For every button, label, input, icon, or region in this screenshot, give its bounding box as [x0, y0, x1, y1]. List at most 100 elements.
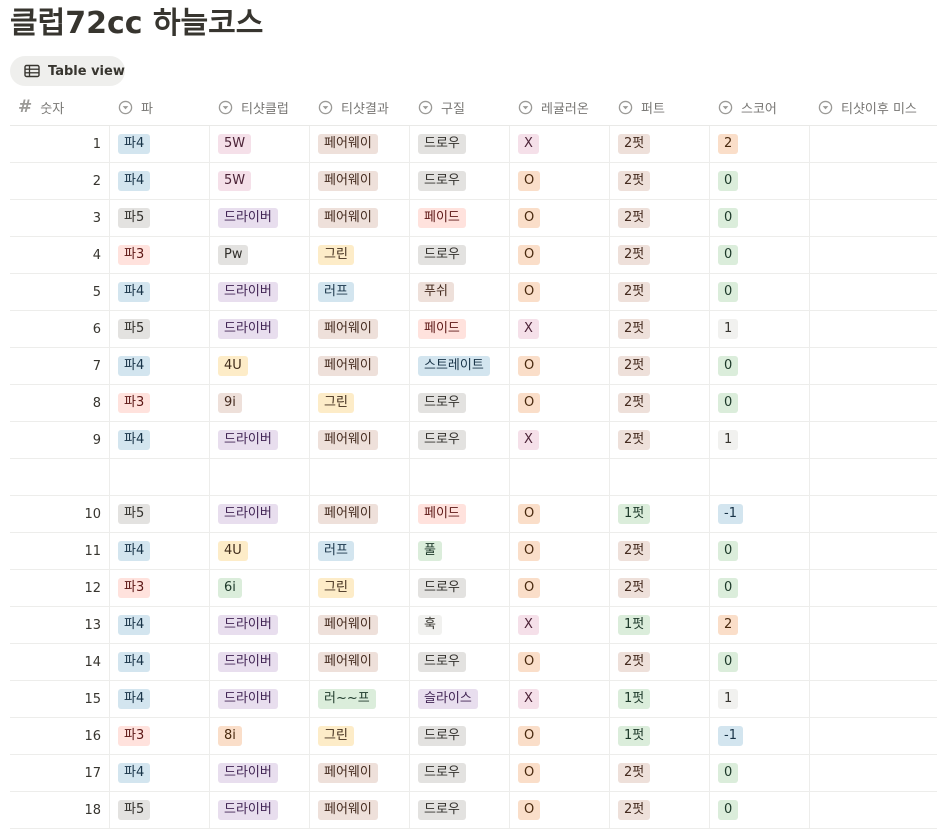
cell-3[interactable]: 페어웨이: [310, 755, 410, 791]
cell-6[interactable]: 1펏: [610, 607, 710, 643]
table-row[interactable]: 5 파4 드라이버 러프 푸쉬 O 2펏 0: [10, 274, 937, 311]
cell-2[interactable]: 드라이버: [210, 274, 310, 310]
cell-1[interactable]: 파3: [110, 570, 210, 606]
cell-5[interactable]: O: [510, 237, 610, 273]
cell-4[interactable]: 훅: [410, 607, 510, 643]
number-cell[interactable]: 4: [10, 237, 110, 273]
cell-2[interactable]: 드라이버: [210, 681, 310, 717]
cell-5[interactable]: O: [510, 348, 610, 384]
cell-8[interactable]: [810, 311, 937, 347]
cell-7[interactable]: 0: [710, 755, 810, 791]
cell-7[interactable]: 0: [710, 200, 810, 236]
cell-4[interactable]: 드로우: [410, 792, 510, 828]
cell-2[interactable]: 6i: [210, 570, 310, 606]
number-cell[interactable]: 9: [10, 422, 110, 458]
table-row[interactable]: 12 파3 6i 그린 드로우 O 2펏 0: [10, 570, 937, 607]
cell-5[interactable]: O: [510, 792, 610, 828]
number-cell[interactable]: 14: [10, 644, 110, 680]
cell-5[interactable]: X: [510, 311, 610, 347]
cell-7[interactable]: 0: [710, 348, 810, 384]
cell-7[interactable]: 0: [710, 644, 810, 680]
cell-7[interactable]: 0: [710, 570, 810, 606]
cell-3[interactable]: 페어웨이: [310, 792, 410, 828]
cell-6[interactable]: 2펏: [610, 126, 710, 162]
number-cell[interactable]: 17: [10, 755, 110, 791]
cell-3[interactable]: 러프: [310, 274, 410, 310]
cell-3[interactable]: [310, 459, 410, 495]
cell-1[interactable]: 파4: [110, 163, 210, 199]
cell-1[interactable]: 파3: [110, 718, 210, 754]
cell-6[interactable]: 2펏: [610, 533, 710, 569]
table-row[interactable]: 3 파5 드라이버 페어웨이 페이드 O 2펏 0: [10, 200, 937, 237]
cell-6[interactable]: 2펏: [610, 237, 710, 273]
table-row[interactable]: 14 파4 드라이버 페어웨이 드로우 O 2펏 0: [10, 644, 937, 681]
cell-5[interactable]: X: [510, 422, 610, 458]
cell-6[interactable]: 2펏: [610, 755, 710, 791]
cell-8[interactable]: [810, 607, 937, 643]
cell-1[interactable]: 파4: [110, 755, 210, 791]
cell-1[interactable]: 파4: [110, 681, 210, 717]
cell-4[interactable]: 드로우: [410, 718, 510, 754]
cell-6[interactable]: 2펏: [610, 274, 710, 310]
cell-7[interactable]: 0: [710, 792, 810, 828]
cell-8[interactable]: [810, 755, 937, 791]
column-header-3[interactable]: 티샷결과: [310, 90, 410, 125]
cell-1[interactable]: 파4: [110, 126, 210, 162]
table-row[interactable]: 1 파4 5W 페어웨이 드로우 X 2펏 2: [10, 126, 937, 163]
cell-8[interactable]: [810, 348, 937, 384]
cell-3[interactable]: 페어웨이: [310, 311, 410, 347]
table-row[interactable]: [10, 459, 937, 496]
number-cell[interactable]: 16: [10, 718, 110, 754]
cell-5[interactable]: O: [510, 200, 610, 236]
cell-2[interactable]: 4U: [210, 348, 310, 384]
cell-8[interactable]: [810, 681, 937, 717]
cell-6[interactable]: 2펏: [610, 163, 710, 199]
cell-2[interactable]: 8i: [210, 718, 310, 754]
cell-4[interactable]: 스트레이트: [410, 348, 510, 384]
column-header-0[interactable]: # 숫자: [10, 90, 110, 125]
cell-6[interactable]: 2펏: [610, 311, 710, 347]
cell-2[interactable]: 드라이버: [210, 496, 310, 532]
cell-7[interactable]: [710, 459, 810, 495]
cell-2[interactable]: 드라이버: [210, 644, 310, 680]
cell-4[interactable]: 페이드: [410, 200, 510, 236]
cell-5[interactable]: O: [510, 533, 610, 569]
cell-4[interactable]: 드로우: [410, 644, 510, 680]
cell-4[interactable]: 푸쉬: [410, 274, 510, 310]
cell-2[interactable]: 4U: [210, 533, 310, 569]
cell-1[interactable]: 파5: [110, 496, 210, 532]
cell-6[interactable]: 1펏: [610, 496, 710, 532]
number-cell[interactable]: 3: [10, 200, 110, 236]
cell-1[interactable]: [110, 459, 210, 495]
cell-2[interactable]: 5W: [210, 163, 310, 199]
column-header-2[interactable]: 티샷클럽: [210, 90, 310, 125]
cell-2[interactable]: 드라이버: [210, 200, 310, 236]
page-title[interactable]: 클럽72cc 하늘코스: [10, 4, 263, 44]
table-row[interactable]: 2 파4 5W 페어웨이 드로우 O 2펏 0: [10, 163, 937, 200]
cell-2[interactable]: 5W: [210, 126, 310, 162]
cell-3[interactable]: 그린: [310, 385, 410, 421]
number-cell[interactable]: 8: [10, 385, 110, 421]
cell-2[interactable]: 드라이버: [210, 311, 310, 347]
cell-4[interactable]: 풀: [410, 533, 510, 569]
cell-8[interactable]: [810, 200, 937, 236]
cell-6[interactable]: 1펏: [610, 718, 710, 754]
cell-1[interactable]: 파5: [110, 792, 210, 828]
number-cell[interactable]: 11: [10, 533, 110, 569]
cell-3[interactable]: 페어웨이: [310, 348, 410, 384]
cell-8[interactable]: [810, 163, 937, 199]
cell-8[interactable]: [810, 644, 937, 680]
cell-2[interactable]: [210, 459, 310, 495]
cell-5[interactable]: O: [510, 496, 610, 532]
column-header-5[interactable]: 레귤러온: [510, 90, 610, 125]
cell-8[interactable]: [810, 237, 937, 273]
cell-4[interactable]: 드로우: [410, 385, 510, 421]
cell-2[interactable]: 드라이버: [210, 422, 310, 458]
cell-3[interactable]: 페어웨이: [310, 126, 410, 162]
table-row[interactable]: 18 파5 드라이버 페어웨이 드로우 O 2펏 0: [10, 792, 937, 829]
cell-8[interactable]: [810, 792, 937, 828]
cell-7[interactable]: 1: [710, 422, 810, 458]
cell-4[interactable]: 페이드: [410, 311, 510, 347]
cell-5[interactable]: [510, 459, 610, 495]
cell-4[interactable]: 페이드: [410, 496, 510, 532]
